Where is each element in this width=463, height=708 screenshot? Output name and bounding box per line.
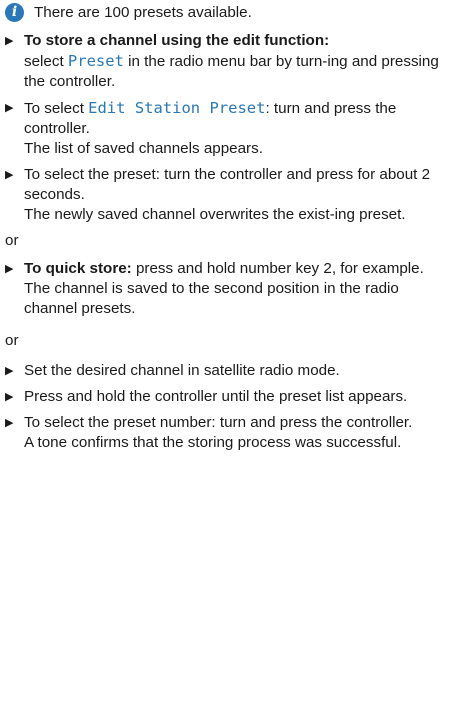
step-result: A tone confirms that the storing process… bbox=[24, 434, 402, 451]
step-text: To select the preset: turn the controlle… bbox=[24, 166, 431, 203]
step-result: The newly saved channel overwrites the e… bbox=[24, 206, 406, 223]
step-text: To select Edit Station Preset: turn and … bbox=[24, 98, 455, 139]
info-note-text: There are 100 presets available. bbox=[34, 4, 252, 21]
step-text-pre: To select bbox=[24, 100, 89, 117]
step-heading: To store a channel using the edit functi… bbox=[24, 32, 330, 49]
step-press-hold-controller: ▶ Press and hold the controller until th… bbox=[5, 387, 455, 407]
info-icon: i bbox=[5, 3, 24, 22]
step-result: The channel is saved to the second posit… bbox=[24, 280, 399, 317]
step-select-preset-number: ▶ To select the preset number: turn and … bbox=[5, 413, 455, 453]
step-result: The list of saved channels appears. bbox=[24, 140, 263, 157]
step-select-edit-preset: ▶ To select Edit Station Preset: turn an… bbox=[5, 98, 455, 159]
step-body: To store a channel using the edit functi… bbox=[24, 31, 455, 92]
step-heading: To quick store: bbox=[24, 260, 132, 277]
step-text-pre: select bbox=[24, 53, 68, 70]
step-text: Press and hold the controller until the … bbox=[24, 388, 408, 405]
bullet-arrow-icon: ▶ bbox=[5, 102, 14, 114]
bullet-arrow-icon: ▶ bbox=[5, 35, 14, 47]
bullet-arrow-icon: ▶ bbox=[5, 365, 14, 377]
info-note: i There are 100 presets available. bbox=[5, 3, 455, 23]
ui-term-preset: Preset bbox=[67, 52, 124, 70]
manual-page: i There are 100 presets available. ▶ To … bbox=[0, 0, 463, 708]
bullet-arrow-icon: ▶ bbox=[5, 417, 14, 429]
step-set-channel: ▶ Set the desired channel in satellite r… bbox=[5, 361, 455, 381]
bullet-arrow-icon: ▶ bbox=[5, 169, 14, 181]
step-body: To select Edit Station Preset: turn and … bbox=[24, 98, 455, 159]
step-body: Press and hold the controller until the … bbox=[24, 387, 455, 407]
step-select-preset: ▶ To select the preset: turn the control… bbox=[5, 165, 455, 225]
or-separator: or bbox=[5, 332, 19, 349]
step-quick-store: ▶ To quick store: press and hold number … bbox=[5, 259, 455, 319]
step-text: To select the preset number: turn and pr… bbox=[24, 414, 413, 431]
step-body: To quick store: press and hold number ke… bbox=[24, 259, 455, 319]
step-store-edit: ▶ To store a channel using the edit func… bbox=[5, 31, 455, 92]
step-text: To quick store: press and hold number ke… bbox=[24, 259, 455, 279]
step-text: Set the desired channel in satellite rad… bbox=[24, 362, 340, 379]
ui-term-edit-station-preset: Edit Station Preset bbox=[88, 99, 266, 117]
step-body: Set the desired channel in satellite rad… bbox=[24, 361, 455, 381]
step-body: To select the preset number: turn and pr… bbox=[24, 413, 455, 453]
step-body: To select the preset: turn the controlle… bbox=[24, 165, 455, 225]
or-separator: or bbox=[5, 232, 19, 249]
bullet-arrow-icon: ▶ bbox=[5, 391, 14, 403]
step-text: To store a channel using the edit functi… bbox=[24, 31, 455, 92]
step-text-body: press and hold number key 2, for example… bbox=[131, 260, 424, 277]
bullet-arrow-icon: ▶ bbox=[5, 263, 14, 275]
